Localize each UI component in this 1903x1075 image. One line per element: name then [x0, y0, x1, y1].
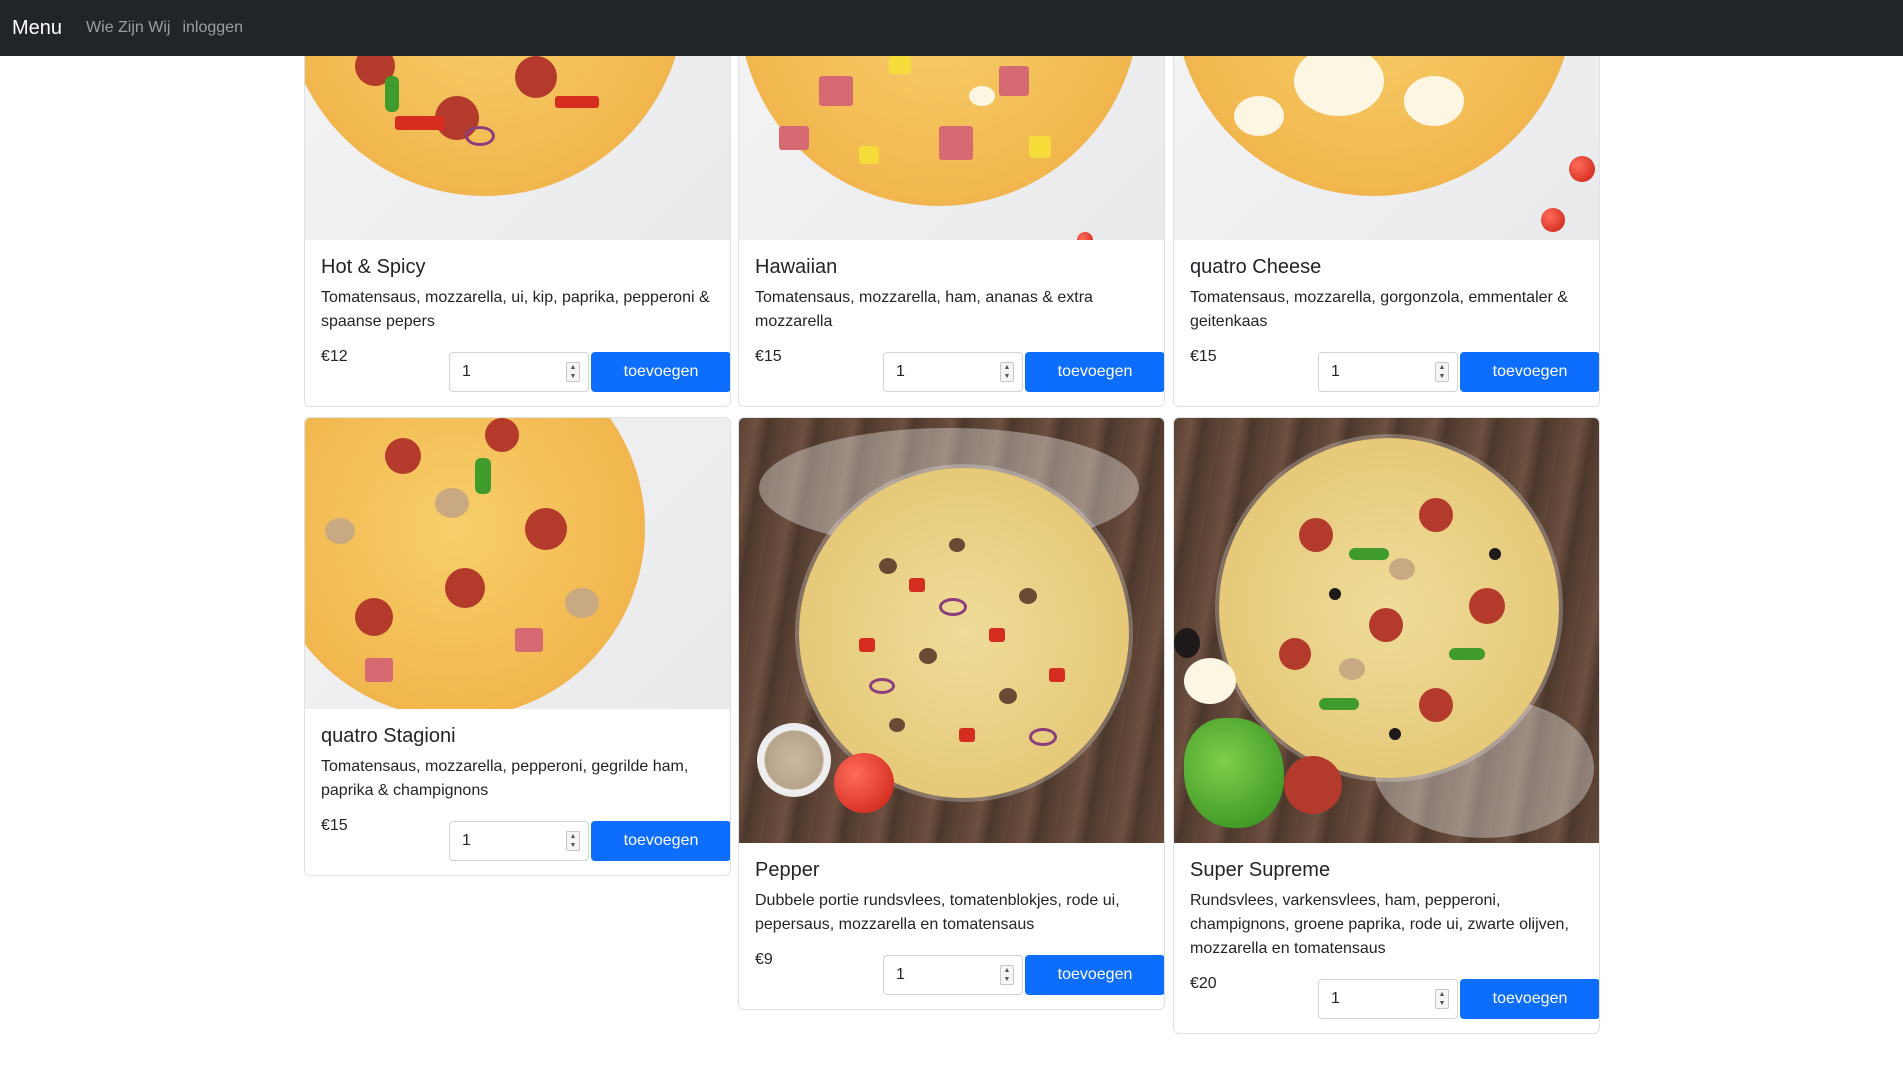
quantity-input[interactable]: 1 ▲ ▼: [883, 955, 1023, 995]
quantity-input[interactable]: 1 ▲ ▼: [883, 352, 1023, 392]
product-name: quatro Cheese: [1190, 256, 1322, 278]
product-name: Hot & Spicy: [321, 256, 426, 278]
product-description: Rundsvlees, varkensvlees, ham, pepperoni…: [1190, 892, 1569, 957]
product-price: €9: [755, 951, 773, 968]
quantity-input[interactable]: 1 ▲ ▼: [449, 352, 589, 392]
product-description: Tomatensaus, mozzarella, pepperoni, gegr…: [321, 758, 689, 799]
product-description: Tomatensaus, mozzarella, ham, ananas & e…: [755, 289, 1093, 330]
add-to-cart-button[interactable]: toevoegen: [1025, 955, 1164, 995]
product-card-pepper: Pepper Dubbele portie rundsvlees, tomate…: [738, 417, 1165, 1010]
quantity-stepper-icon[interactable]: ▲ ▼: [1435, 362, 1449, 382]
product-card-hot-spicy: Hot & Spicy Tomatensaus, mozzarella, ui,…: [304, 35, 731, 407]
nav-link-inloggen[interactable]: inloggen: [182, 19, 243, 37]
product-description: Tomatensaus, mozzarella, ui, kip, paprik…: [321, 289, 710, 330]
add-to-cart-button[interactable]: toevoegen: [591, 352, 730, 392]
product-image: [1174, 36, 1599, 240]
product-name: Pepper: [755, 859, 820, 881]
product-card-super-supreme: Super Supreme Rundsvlees, varkensvlees, …: [1173, 417, 1600, 1034]
quantity-stepper-icon[interactable]: ▲ ▼: [566, 362, 580, 382]
add-to-cart-button[interactable]: toevoegen: [1460, 979, 1599, 1019]
quantity-input[interactable]: 1 ▲ ▼: [1318, 352, 1458, 392]
product-image: [1174, 418, 1599, 843]
quantity-stepper-icon[interactable]: ▲ ▼: [1000, 362, 1014, 382]
quantity-input[interactable]: 1 ▲ ▼: [449, 821, 589, 861]
product-image: [305, 418, 730, 709]
add-to-cart-button[interactable]: toevoegen: [1025, 352, 1164, 392]
top-navbar: Menu Wie Zijn Wij inloggen: [0, 0, 1903, 56]
product-price: €15: [1190, 348, 1217, 365]
add-to-cart-button[interactable]: toevoegen: [1460, 352, 1599, 392]
product-image: [305, 36, 730, 240]
nav-link-wie-zijn-wij[interactable]: Wie Zijn Wij: [86, 19, 170, 37]
product-name: Hawaiian: [755, 256, 838, 278]
product-price: €15: [755, 348, 782, 365]
product-description: Dubbele portie rundsvlees, tomatenblokje…: [755, 892, 1120, 933]
quantity-stepper-icon[interactable]: ▲ ▼: [1000, 965, 1014, 985]
product-card-quatro-stagioni: quatro Stagioni Tomatensaus, mozzarella,…: [304, 417, 731, 876]
product-price: €12: [321, 348, 348, 365]
product-description: Tomatensaus, mozzarella, gorgonzola, emm…: [1190, 289, 1568, 330]
product-image: [739, 418, 1164, 843]
navbar-brand-menu[interactable]: Menu: [12, 17, 62, 40]
product-price: €15: [321, 817, 348, 834]
add-to-cart-button[interactable]: toevoegen: [591, 821, 730, 861]
product-name: quatro Stagioni: [321, 725, 456, 747]
quantity-input[interactable]: 1 ▲ ▼: [1318, 979, 1458, 1019]
quantity-stepper-icon[interactable]: ▲ ▼: [1435, 989, 1449, 1009]
product-name: Super Supreme: [1190, 859, 1331, 881]
product-price: €20: [1190, 975, 1217, 992]
product-image: [739, 36, 1164, 240]
quantity-stepper-icon[interactable]: ▲ ▼: [566, 831, 580, 851]
product-card-hawaiian: Hawaiian Tomatensaus, mozzarella, ham, a…: [738, 35, 1165, 407]
product-card-quatro-cheese: quatro Cheese Tomatensaus, mozzarella, g…: [1173, 35, 1600, 407]
